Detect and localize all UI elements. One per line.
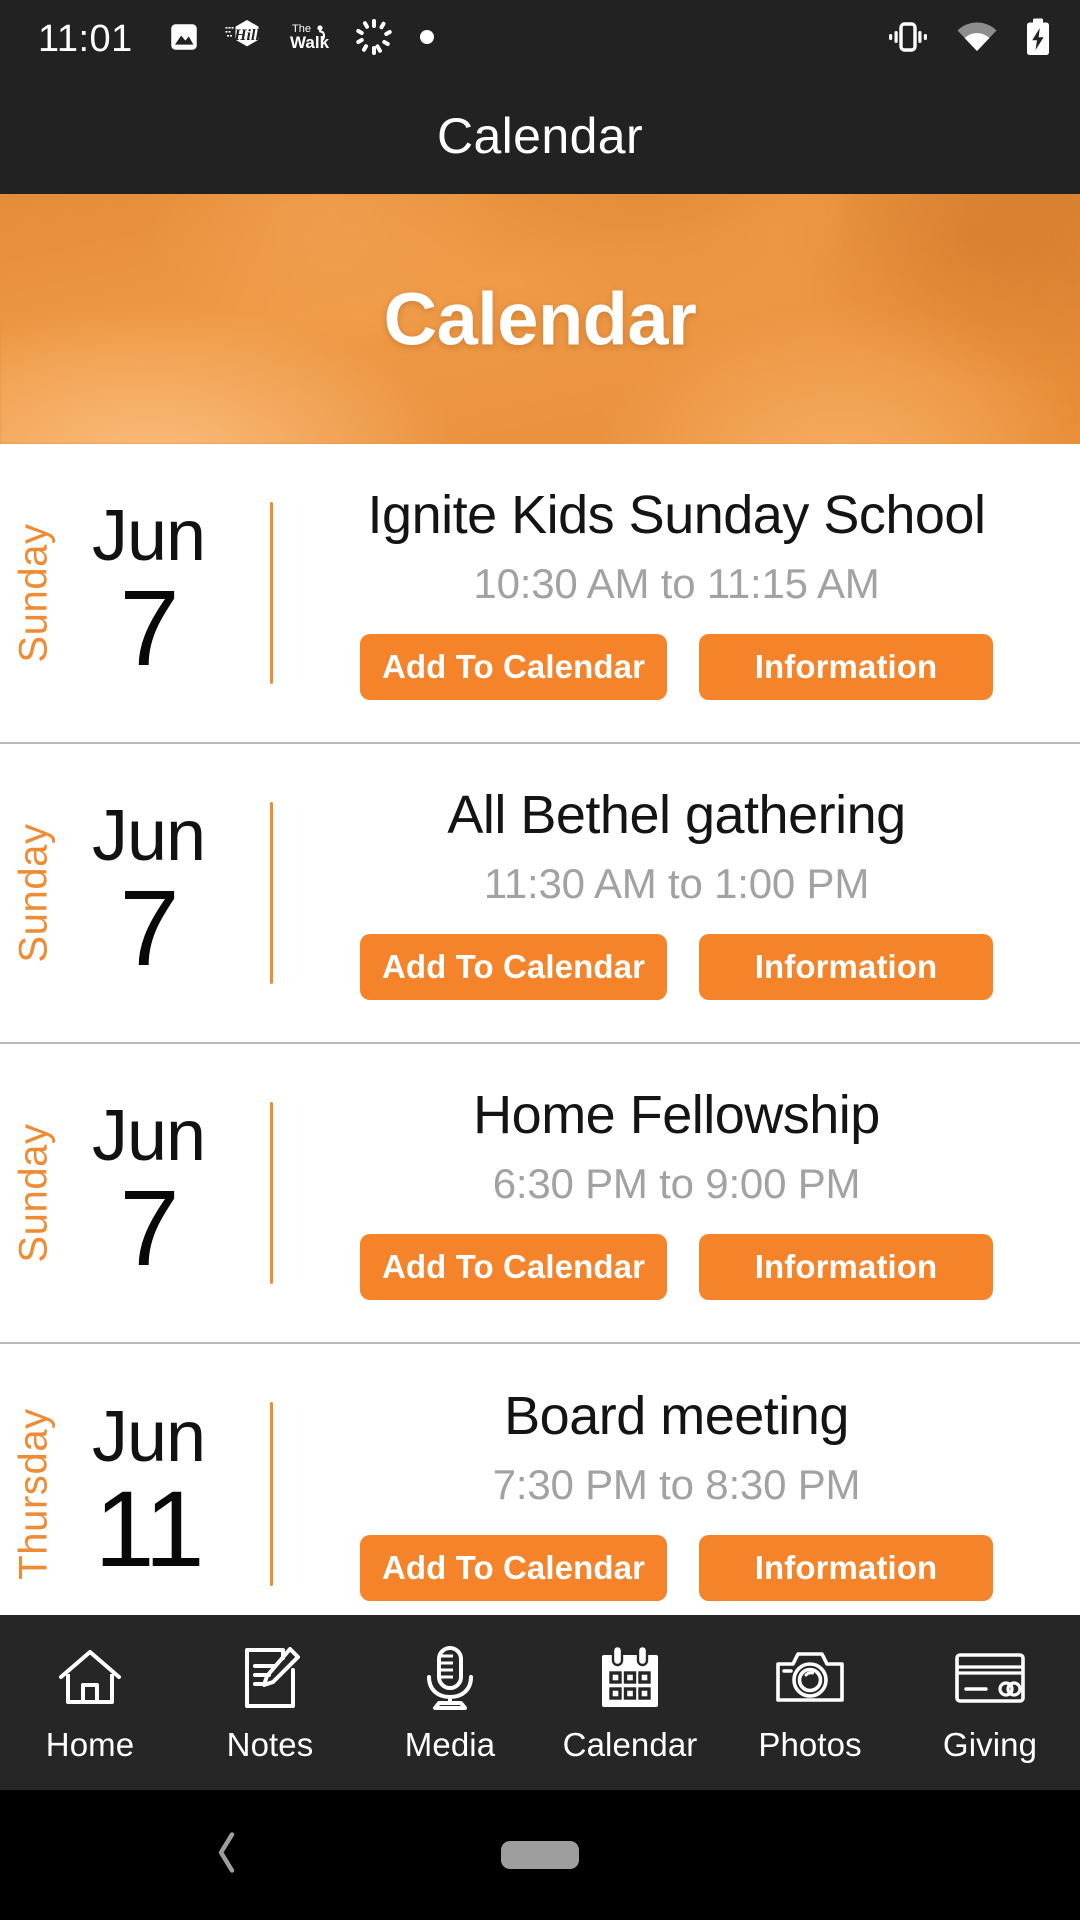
tab-label-calendar: Calendar — [562, 1725, 698, 1763]
battery-charging-icon — [1024, 18, 1052, 61]
tab-media[interactable]: Media — [360, 1615, 540, 1790]
event-month: Jun — [92, 1397, 206, 1478]
camera-icon — [775, 1642, 845, 1714]
vibrate-icon — [886, 19, 930, 60]
event-day-number: 7 — [119, 866, 180, 988]
event-date-block: Sunday Jun 7 — [0, 744, 270, 1042]
event-list: Sunday Jun 7 Ignite Kids Sunday School 1… — [0, 444, 1080, 1615]
event-row[interactable]: Sunday Jun 7 Home Fellowship 6:30 PM to … — [0, 1044, 1080, 1344]
event-row[interactable]: Sunday Jun 7 Ignite Kids Sunday School 1… — [0, 444, 1080, 744]
dotted-circle-icon — [355, 18, 393, 61]
add-to-calendar-button[interactable]: Add To Calendar — [359, 634, 668, 701]
event-row[interactable]: Thursday Jun 11 Board meeting 7:30 PM to… — [0, 1344, 1080, 1615]
event-row[interactable]: Sunday Jun 7 All Bethel gathering 11:30 … — [0, 744, 1080, 1044]
svg-text:Hill: Hill — [233, 27, 260, 44]
tab-label-notes: Notes — [226, 1725, 314, 1763]
information-button[interactable]: Information — [699, 634, 994, 701]
tab-notes[interactable]: Notes — [180, 1615, 360, 1790]
event-actions: Add To Calendar Information — [359, 1234, 994, 1301]
calendar-icon — [598, 1642, 662, 1714]
tab-home[interactable]: Home — [0, 1615, 180, 1790]
event-date-stack: Jun 7 — [92, 496, 206, 688]
status-bar-clock: 11:01 — [38, 18, 133, 60]
event-date-block: Sunday Jun 7 — [0, 1044, 270, 1342]
event-day-name: Sunday — [11, 823, 56, 963]
android-nav-bar — [0, 1790, 1080, 1920]
information-button[interactable]: Information — [699, 1535, 994, 1602]
tab-label-photos: Photos — [758, 1725, 862, 1763]
event-day-name: Sunday — [11, 1123, 56, 1263]
tab-label-media: Media — [404, 1725, 496, 1763]
event-month: Jun — [92, 1096, 206, 1177]
the-walk-app-icon: The Walk — [289, 19, 331, 60]
hill-app-icon: Hill — [225, 19, 265, 60]
event-title: Home Fellowship — [473, 1084, 880, 1145]
event-day-name: Thursday — [11, 1408, 56, 1580]
bottom-tab-bar: Home Notes Media Calendar Photos Giving — [0, 1615, 1080, 1790]
event-date-stack: Jun 7 — [92, 796, 206, 988]
app-bar: Calendar — [0, 78, 1080, 194]
event-time: 10:30 AM to 11:15 AM — [473, 560, 880, 608]
back-chevron-icon[interactable] — [212, 1830, 242, 1881]
app-screen: 11:01 Hill The Walk Calendar Calendar Su… — [0, 0, 1080, 1920]
event-time: 7:30 PM to 8:30 PM — [492, 1461, 861, 1509]
event-date-stack: Jun 7 — [92, 1096, 206, 1288]
status-bar-notification-icons: Hill The Walk — [167, 18, 437, 61]
tab-calendar[interactable]: Calendar — [540, 1615, 720, 1790]
event-time: 11:30 AM to 1:00 PM — [483, 860, 870, 908]
information-button[interactable]: Information — [699, 1234, 994, 1301]
event-detail-block: Ignite Kids Sunday School 10:30 AM to 11… — [273, 444, 1080, 742]
event-day-number: 7 — [119, 1166, 180, 1288]
tab-giving[interactable]: Giving — [900, 1615, 1080, 1790]
event-date-block: Sunday Jun 7 — [0, 444, 270, 742]
event-title: All Bethel gathering — [447, 784, 906, 845]
status-bar-system-icons — [886, 18, 1052, 61]
app-bar-title: Calendar — [436, 108, 644, 164]
event-detail-block: Home Fellowship 6:30 PM to 9:00 PM Add T… — [273, 1044, 1080, 1342]
event-day-number: 11 — [94, 1467, 204, 1589]
event-title: Ignite Kids Sunday School — [367, 484, 986, 545]
event-title: Board meeting — [504, 1385, 849, 1446]
image-icon — [167, 20, 201, 59]
credit-card-icon — [954, 1642, 1026, 1714]
event-detail-block: Board meeting 7:30 PM to 8:30 PM Add To … — [273, 1344, 1080, 1615]
event-day-name: Sunday — [11, 523, 56, 663]
event-date-block: Thursday Jun 11 — [0, 1344, 270, 1615]
event-time: 6:30 PM to 9:00 PM — [492, 1160, 861, 1208]
home-pill-handle[interactable] — [501, 1841, 579, 1869]
event-month: Jun — [92, 496, 206, 577]
hero-banner: Calendar — [0, 194, 1080, 444]
tab-label-giving: Giving — [942, 1725, 1038, 1763]
event-month: Jun — [92, 796, 206, 877]
home-icon — [57, 1642, 123, 1714]
information-button[interactable]: Information — [699, 934, 994, 1001]
event-detail-block: All Bethel gathering 11:30 AM to 1:00 PM… — [273, 744, 1080, 1042]
event-actions: Add To Calendar Information — [359, 634, 994, 701]
note-pencil-icon — [239, 1642, 301, 1714]
event-actions: Add To Calendar Information — [359, 934, 994, 1001]
hero-title: Calendar — [383, 277, 697, 361]
tab-photos[interactable]: Photos — [720, 1615, 900, 1790]
tab-label-home: Home — [45, 1725, 135, 1763]
event-day-number: 7 — [119, 566, 180, 688]
add-to-calendar-button[interactable]: Add To Calendar — [359, 934, 668, 1001]
wifi-icon — [956, 20, 998, 59]
add-to-calendar-button[interactable]: Add To Calendar — [359, 1234, 668, 1301]
dot-icon — [417, 27, 437, 52]
microphone-icon — [419, 1642, 481, 1714]
status-bar: 11:01 Hill The Walk — [0, 0, 1080, 78]
add-to-calendar-button[interactable]: Add To Calendar — [359, 1535, 668, 1602]
event-date-stack: Jun 11 — [92, 1397, 206, 1589]
event-actions: Add To Calendar Information — [359, 1535, 994, 1602]
